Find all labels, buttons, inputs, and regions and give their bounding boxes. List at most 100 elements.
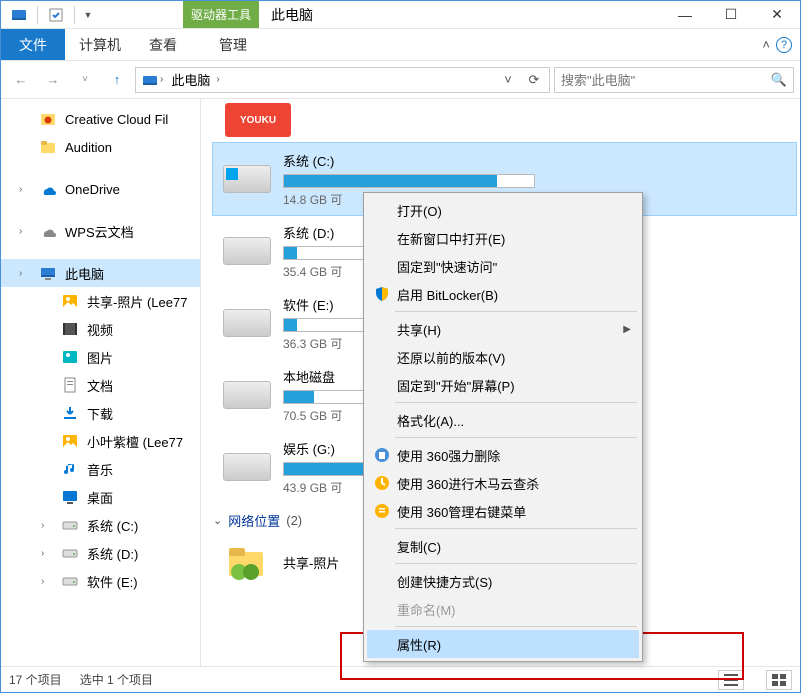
context-menu-item[interactable]: 共享(H)▶ — [367, 315, 639, 343]
sidebar-item-label: OneDrive — [65, 182, 120, 197]
360-scan-icon — [373, 474, 391, 492]
nav-recent-dropdown[interactable]: ˅ — [71, 66, 99, 94]
sidebar-item[interactable]: ›视频 — [1, 315, 200, 343]
sidebar-item[interactable]: ›桌面 — [1, 483, 200, 511]
context-menu-item[interactable]: 在新窗口中打开(E) — [367, 224, 639, 252]
onedrive-icon — [39, 180, 57, 198]
app-icon[interactable] — [5, 3, 33, 27]
sidebar-item-label: 音乐 — [87, 460, 113, 479]
folder-icon — [39, 138, 57, 156]
context-menu-item[interactable]: 使用 360强力删除 — [367, 441, 639, 469]
drive-name: 系统 (C:) — [283, 151, 788, 170]
context-menu-item[interactable]: 还原以前的版本(V) — [367, 343, 639, 371]
sidebar-item[interactable]: ›Creative Cloud Fil — [1, 105, 200, 133]
ribbon: 文件 计算机 查看 管理 ˄ ? — [1, 29, 800, 61]
sidebar-item[interactable]: › 系统 (C:) — [1, 511, 200, 539]
sidebar-item-label: 系统 (C:) — [87, 516, 138, 535]
music-icon — [61, 460, 79, 478]
thispc-icon — [39, 264, 57, 282]
address-bar[interactable]: › 此电脑› ˅ ⟳ — [135, 67, 550, 93]
sidebar-item-label: 图片 — [87, 348, 113, 367]
expand-chevron-icon[interactable]: › — [19, 268, 31, 279]
context-menu-label: 创建快捷方式(S) — [397, 572, 492, 591]
ribbon-collapse-icon[interactable]: ˄ — [762, 37, 770, 52]
context-menu-item[interactable]: 使用 360管理右键菜单 — [367, 497, 639, 525]
sidebar-item-label: 系统 (D:) — [87, 544, 138, 563]
view-thumbnails-button[interactable] — [766, 670, 792, 690]
maximize-button[interactable]: ☐ — [708, 1, 754, 28]
documents-icon — [61, 376, 79, 394]
context-menu-label: 共享(H) — [397, 320, 441, 339]
context-menu-item[interactable]: 创建快捷方式(S) — [367, 567, 639, 595]
context-menu-label: 启用 BitLocker(B) — [397, 285, 498, 304]
search-icon[interactable]: 🔍 — [771, 72, 787, 88]
drive-icon — [221, 303, 273, 343]
sidebar-item-label: 软件 (E:) — [87, 572, 138, 591]
sidebar-item[interactable]: ›音乐 — [1, 455, 200, 483]
context-menu-item[interactable]: 固定到"快速访问" — [367, 252, 639, 280]
sidebar-item[interactable]: › WPS云文档 — [1, 217, 200, 245]
nav-back[interactable]: ← — [7, 66, 35, 94]
sidebar-item[interactable]: ›文档 — [1, 371, 200, 399]
title-bar: ▼ 驱动器工具 此电脑 ― ☐ ✕ — [1, 1, 800, 29]
shield-icon — [373, 285, 391, 303]
tab-view[interactable]: 查看 — [135, 29, 191, 60]
tab-manage[interactable]: 管理 — [205, 29, 261, 60]
tab-file[interactable]: 文件 — [1, 29, 65, 60]
sidebar-item[interactable]: › 系统 (D:) — [1, 539, 200, 567]
minimize-button[interactable]: ― — [662, 1, 708, 28]
pictures-icon — [61, 348, 79, 366]
context-menu-item: 重命名(M) — [367, 595, 639, 623]
expand-chevron-icon[interactable]: › — [41, 548, 53, 559]
drive-icon — [61, 544, 79, 562]
nav-forward[interactable]: → — [39, 66, 67, 94]
expand-chevron-icon[interactable]: › — [19, 184, 31, 195]
address-root-icon[interactable]: › — [138, 72, 167, 88]
search-placeholder: 搜索"此电脑" — [561, 70, 771, 89]
sidebar-item-label: WPS云文档 — [65, 222, 134, 241]
context-menu-label: 固定到"开始"屏幕(P) — [397, 376, 515, 395]
context-menu-item[interactable]: 使用 360进行木马云查杀 — [367, 469, 639, 497]
context-menu-label: 使用 360强力删除 — [397, 446, 500, 465]
help-icon[interactable]: ? — [776, 37, 792, 53]
360-del-icon — [373, 446, 391, 464]
search-input[interactable]: 搜索"此电脑" 🔍 — [554, 67, 794, 93]
expand-chevron-icon[interactable]: › — [41, 520, 53, 531]
sidebar-item[interactable]: › 软件 (E:) — [1, 567, 200, 595]
context-menu-item[interactable]: 格式化(A)... — [367, 406, 639, 434]
refresh-icon[interactable]: ⟳ — [521, 68, 547, 92]
context-menu-item[interactable]: 启用 BitLocker(B) — [367, 280, 639, 308]
360-menu-icon — [373, 502, 391, 520]
breadcrumb-thispc[interactable]: 此电脑 — [171, 70, 210, 89]
expand-chevron-icon[interactable]: › — [19, 226, 31, 237]
expand-chevron-icon[interactable]: › — [41, 576, 53, 587]
tab-computer[interactable]: 计算机 — [65, 29, 135, 60]
address-history-dropdown[interactable]: ˅ — [495, 68, 521, 92]
share-item-label: 共享-照片 — [283, 553, 339, 572]
sidebar-item[interactable]: › 此电脑 — [1, 259, 200, 287]
cc-folder-icon — [39, 110, 57, 128]
view-details-button[interactable] — [718, 670, 744, 690]
sidebar-item-label: 此电脑 — [65, 264, 104, 283]
sidebar-item[interactable]: ›Audition — [1, 133, 200, 161]
youku-folder-icon[interactable]: YOUKU — [225, 103, 291, 137]
sidebar-item[interactable]: ›下载 — [1, 399, 200, 427]
context-menu-item[interactable]: 属性(R) — [367, 630, 639, 658]
context-menu-item[interactable]: 复制(C) — [367, 532, 639, 560]
context-menu-item[interactable]: 固定到"开始"屏幕(P) — [367, 371, 639, 399]
sidebar-item[interactable]: ›共享-照片 (Lee77 — [1, 287, 200, 315]
properties-qat-icon[interactable] — [42, 3, 70, 27]
close-button[interactable]: ✕ — [754, 1, 800, 28]
context-menu-label: 复制(C) — [397, 537, 441, 556]
ribbon-contextual-group: 驱动器工具 — [183, 1, 259, 28]
sidebar-item[interactable]: › OneDrive — [1, 175, 200, 203]
context-menu-item[interactable]: 打开(O) — [367, 196, 639, 224]
status-selection: 选中 1 个项目 — [80, 671, 153, 688]
nav-up[interactable]: ↑ — [103, 66, 131, 94]
photos-icon — [61, 292, 79, 310]
sidebar-item[interactable]: ›图片 — [1, 343, 200, 371]
context-menu-label: 使用 360进行木马云查杀 — [397, 474, 539, 493]
sidebar-item[interactable]: ›小叶紫檀 (Lee77 — [1, 427, 200, 455]
qat-dropdown[interactable]: ▼ — [79, 3, 97, 27]
context-menu-label: 还原以前的版本(V) — [397, 348, 505, 367]
